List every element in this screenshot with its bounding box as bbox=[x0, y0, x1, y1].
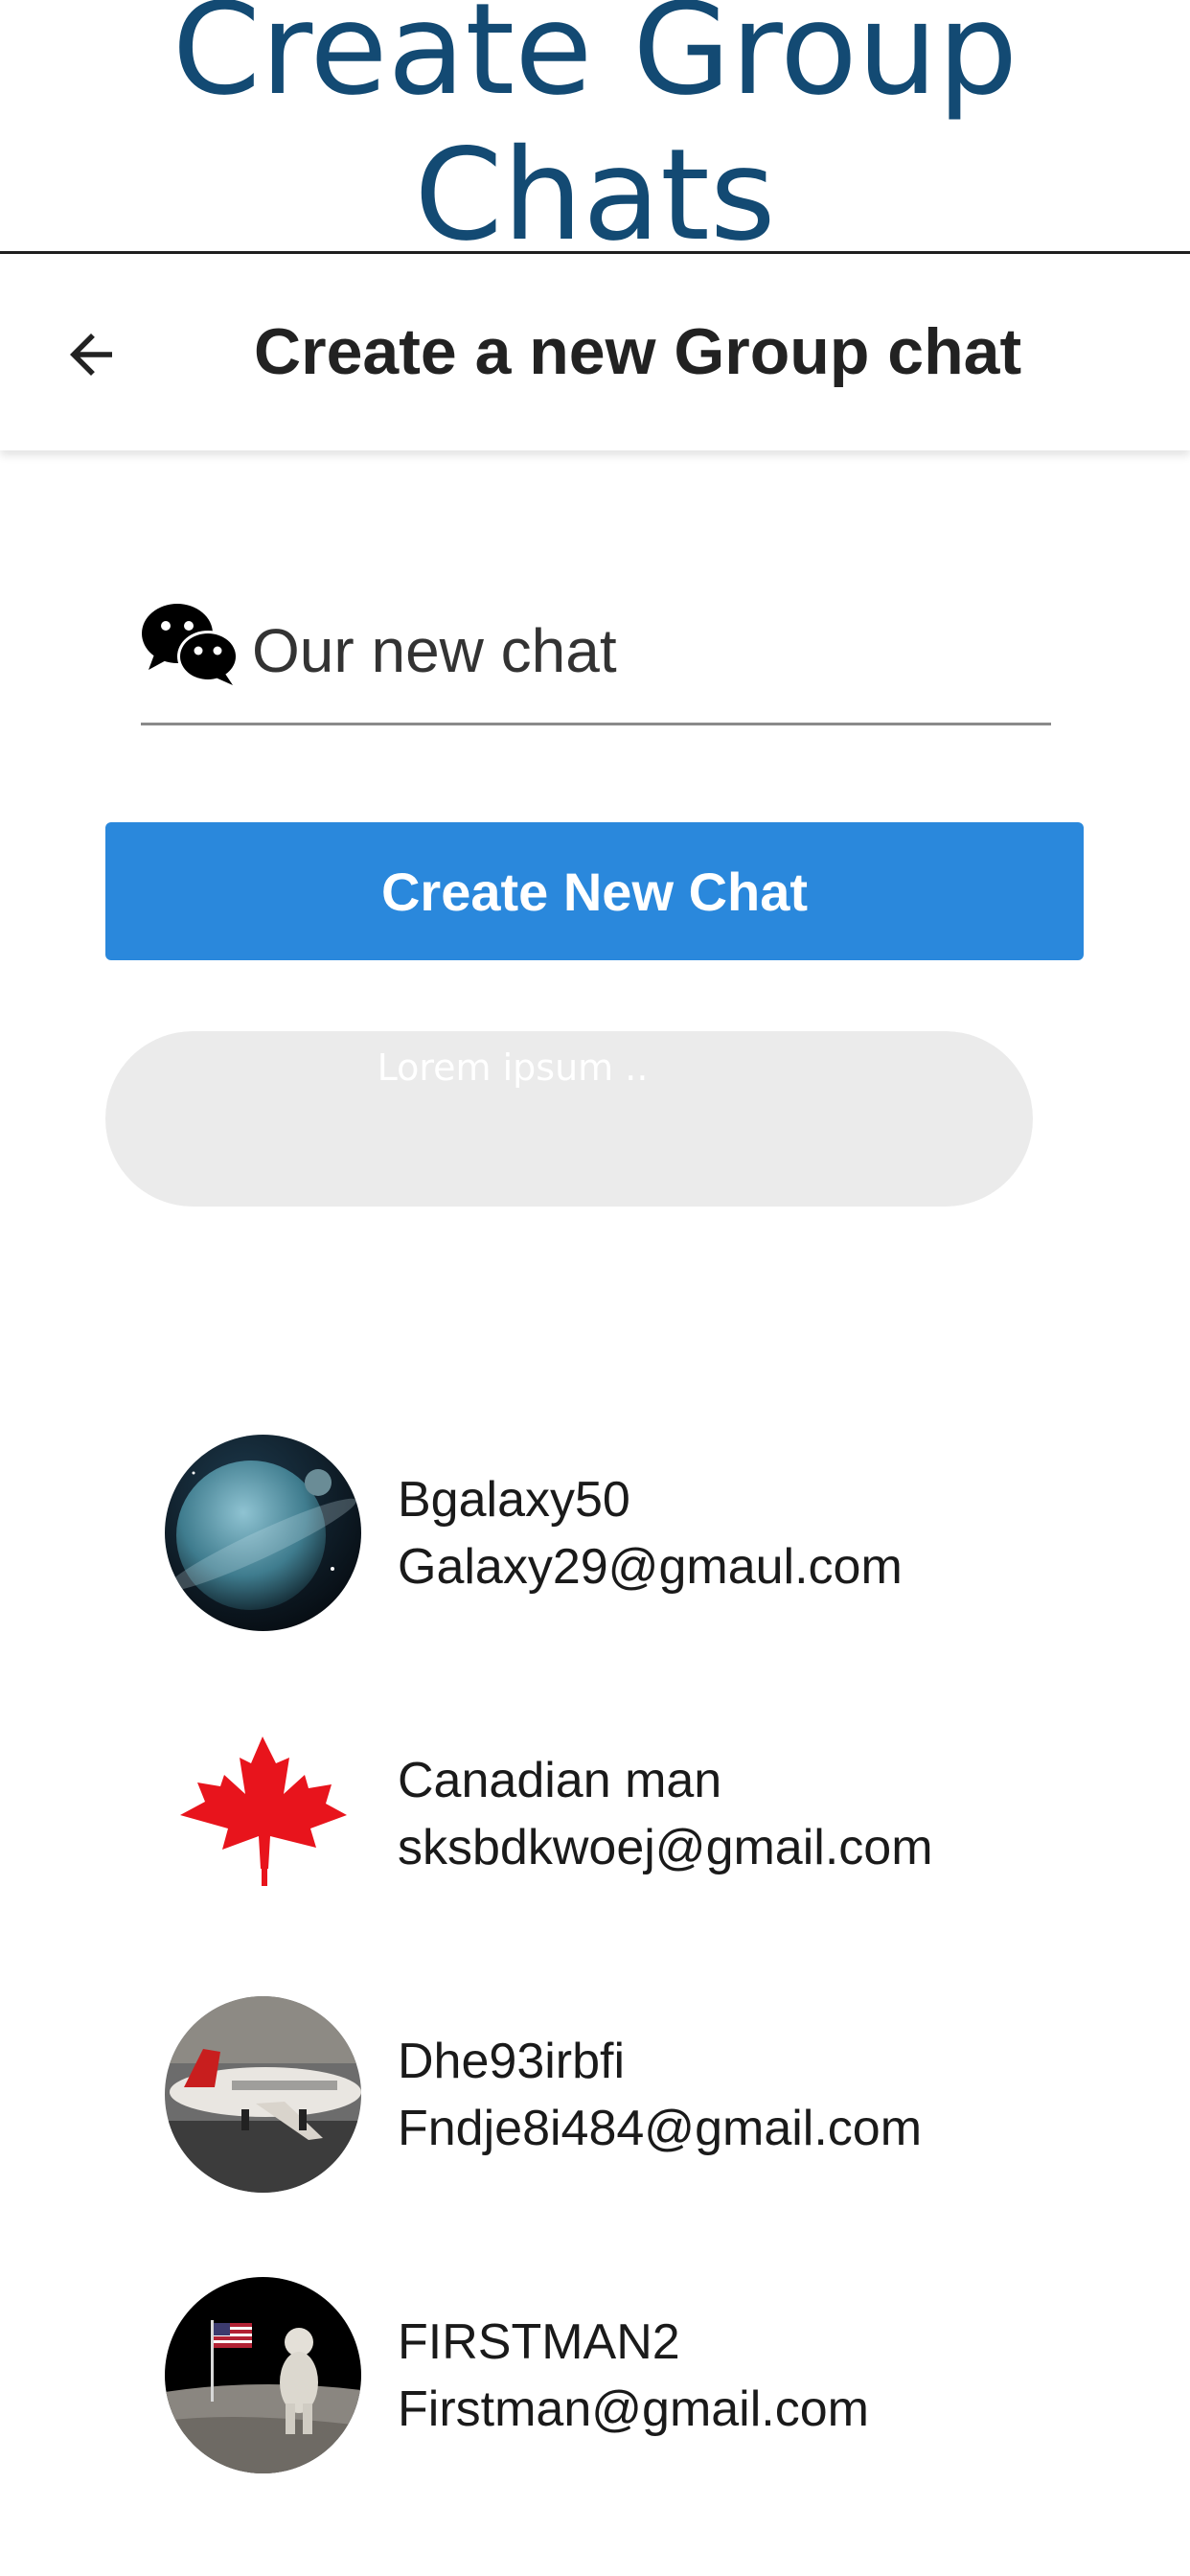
arrow-left-icon bbox=[70, 334, 112, 376]
user-list-item[interactable]: FIRSTMAN2 Firstman@gmail.com bbox=[165, 2277, 1027, 2473]
maple-leaf-avatar bbox=[165, 1715, 361, 1912]
create-new-chat-button[interactable]: Create New Chat bbox=[105, 822, 1084, 960]
app-bar: Create a new Group chat bbox=[0, 254, 1190, 450]
user-name: Bgalaxy50 bbox=[398, 1472, 630, 1528]
search-placeholder: Lorem ipsum .. bbox=[377, 1046, 649, 1089]
user-email: Firstman@gmail.com bbox=[398, 2381, 869, 2437]
user-list-item[interactable]: Dhe93irbfi Fndje8i484@gmail.com bbox=[165, 1996, 1027, 2193]
user-name: Canadian man bbox=[398, 1753, 722, 1808]
astronaut-avatar bbox=[165, 2277, 361, 2473]
back-button[interactable] bbox=[48, 311, 134, 398]
user-email: sksbdkwoej@gmail.com bbox=[398, 1820, 933, 1875]
user-email: Fndje8i484@gmail.com bbox=[398, 2101, 923, 2156]
user-name: Dhe93irbfi bbox=[398, 2034, 626, 2089]
airplane-avatar bbox=[165, 1996, 361, 2193]
wechat-icon bbox=[142, 604, 239, 685]
search-input[interactable]: Lorem ipsum .. bbox=[105, 1031, 1033, 1207]
banner-title: Create Group Chats bbox=[172, 0, 1018, 254]
chat-name-input[interactable] bbox=[252, 603, 1038, 699]
chat-name-field bbox=[141, 589, 1051, 725]
page-banner: Create Group Chats bbox=[0, 0, 1190, 254]
planet-avatar bbox=[165, 1435, 361, 1631]
user-name: FIRSTMAN2 bbox=[398, 2314, 680, 2370]
user-list-item[interactable]: Bgalaxy50 Galaxy29@gmaul.com bbox=[165, 1435, 1027, 1631]
user-list-item[interactable]: Canadian man sksbdkwoej@gmail.com bbox=[165, 1715, 1027, 1912]
user-email: Galaxy29@gmaul.com bbox=[398, 1539, 903, 1595]
page-title: Create a new Group chat bbox=[254, 315, 1022, 388]
